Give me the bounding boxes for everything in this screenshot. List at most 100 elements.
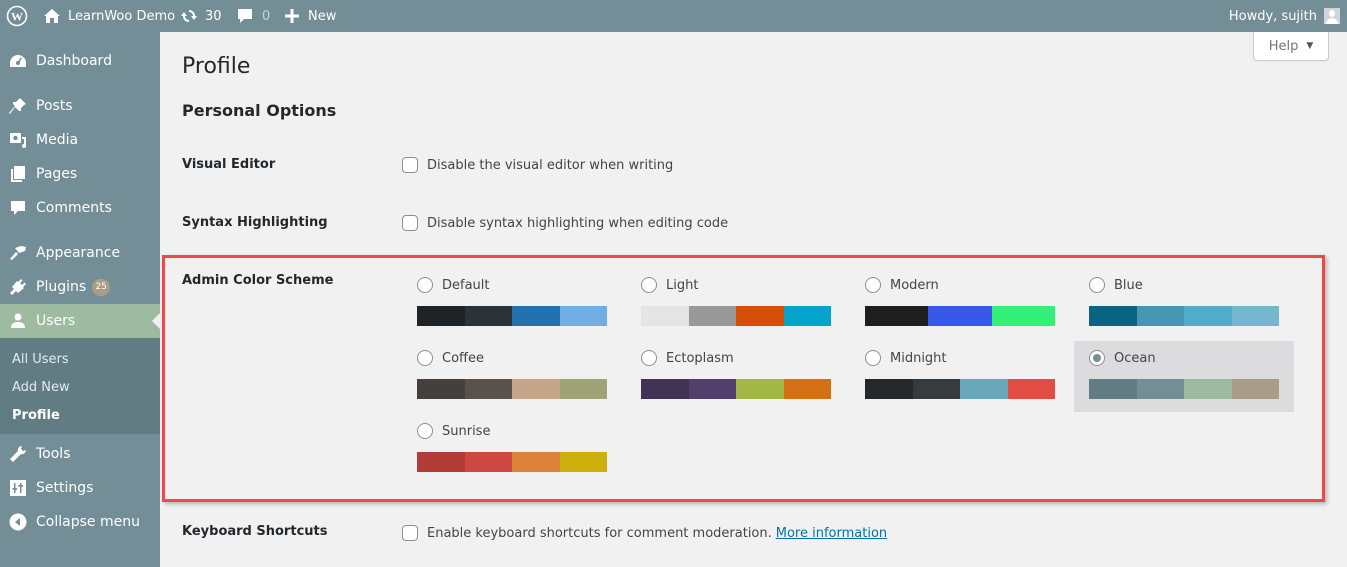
- color-scheme-radio[interactable]: [641, 277, 657, 293]
- wordpress-logo-button[interactable]: W: [6, 0, 28, 32]
- color-swatch: [928, 306, 992, 326]
- submenu-item-all-users[interactable]: All Users: [12, 352, 69, 367]
- keyboard-shortcuts-checkbox[interactable]: [402, 525, 418, 541]
- color-scheme-name: Ocean: [1114, 350, 1156, 366]
- color-scheme-option-sunrise[interactable]: Sunrise: [402, 414, 622, 485]
- color-scheme-option-blue[interactable]: Blue: [1074, 268, 1294, 339]
- plugins-update-badge: 25: [92, 278, 111, 296]
- sidebar-item-appearance[interactable]: Appearance: [0, 236, 160, 270]
- help-button[interactable]: Help ▼: [1253, 32, 1329, 61]
- color-scheme-option-default[interactable]: Default: [402, 268, 622, 339]
- color-scheme-radio[interactable]: [1089, 277, 1105, 293]
- svg-text:W: W: [11, 10, 23, 24]
- syntax-highlighting-option[interactable]: Disable syntax highlighting when editing…: [402, 215, 728, 231]
- color-swatch: [559, 452, 607, 472]
- color-scheme-option-ectoplasm[interactable]: Ectoplasm: [626, 341, 846, 412]
- color-swatch: [688, 379, 736, 399]
- sidebar-item-pages[interactable]: Pages: [0, 157, 160, 191]
- dashboard-icon: [8, 51, 28, 71]
- color-scheme-name: Coffee: [442, 350, 484, 366]
- color-scheme-header: Light: [641, 277, 698, 293]
- color-scheme-radio[interactable]: [865, 277, 881, 293]
- color-scheme-name: Light: [666, 277, 699, 293]
- updates-count: 30: [205, 8, 222, 24]
- color-scheme-option-light[interactable]: Light: [626, 268, 846, 339]
- pin-icon: [8, 96, 28, 116]
- color-swatch: [417, 452, 465, 472]
- color-swatch: [991, 306, 1055, 326]
- site-name-link[interactable]: LearnWoo Demo: [43, 0, 175, 32]
- visual-editor-checkbox[interactable]: [402, 157, 418, 173]
- section-title: Personal Options: [182, 101, 337, 120]
- color-scheme-option-modern[interactable]: Modern: [850, 268, 1070, 339]
- color-scheme-option-midnight[interactable]: Midnight: [850, 341, 1070, 412]
- sidebar-item-posts[interactable]: Posts: [0, 89, 160, 123]
- sidebar-item-plugins[interactable]: Plugins 25: [0, 270, 160, 304]
- color-swatch: [783, 379, 831, 399]
- keyboard-shortcuts-option[interactable]: Enable keyboard shortcuts for comment mo…: [402, 525, 887, 541]
- help-label: Help: [1268, 38, 1299, 54]
- color-scheme-label: Admin Color Scheme: [182, 273, 334, 288]
- submenu-item-profile[interactable]: Profile: [12, 408, 60, 423]
- submenu-item-add-new[interactable]: Add New: [12, 380, 70, 395]
- color-swatch: [1089, 379, 1137, 399]
- color-scheme-header: Modern: [865, 277, 939, 293]
- color-swatch: [512, 379, 560, 399]
- media-icon: [8, 130, 28, 150]
- color-scheme-radio[interactable]: [641, 350, 657, 366]
- color-scheme-name: Modern: [890, 277, 939, 293]
- color-swatch: [1136, 379, 1184, 399]
- color-swatch: [559, 306, 607, 326]
- color-swatch: [736, 306, 784, 326]
- color-swatch: [641, 306, 689, 326]
- comments-link[interactable]: 0: [237, 0, 270, 32]
- color-scheme-radio[interactable]: [1089, 350, 1105, 366]
- sidebar-item-tools[interactable]: Tools: [0, 437, 160, 471]
- sidebar-item-label: Users: [36, 313, 76, 329]
- color-scheme-header: Coffee: [417, 350, 484, 366]
- color-swatch: [1184, 379, 1232, 399]
- sidebar-item-media[interactable]: Media: [0, 123, 160, 157]
- color-scheme-name: Ectoplasm: [666, 350, 734, 366]
- more-information-link[interactable]: More information: [776, 526, 887, 541]
- color-swatch: [464, 452, 512, 472]
- sidebar-item-label: Settings: [36, 480, 94, 496]
- collapse-menu-button[interactable]: Collapse menu: [0, 505, 160, 539]
- color-swatch: [512, 452, 560, 472]
- my-account-link[interactable]: Howdy, sujith: [1229, 0, 1340, 32]
- sidebar-item-label: Plugins: [36, 279, 87, 295]
- color-swatch: [960, 379, 1008, 399]
- color-swatch: [417, 379, 465, 399]
- visual-editor-option[interactable]: Disable the visual editor when writing: [402, 157, 673, 173]
- color-scheme-option-coffee[interactable]: Coffee: [402, 341, 622, 412]
- color-scheme-radio[interactable]: [417, 350, 433, 366]
- new-content-link[interactable]: New: [285, 0, 336, 32]
- avatar: [1324, 8, 1340, 24]
- users-submenu: All Users Add New Profile: [0, 338, 160, 434]
- updates-link[interactable]: 30: [180, 0, 222, 32]
- sidebar-item-settings[interactable]: Settings: [0, 471, 160, 505]
- site-name: LearnWoo Demo: [68, 8, 176, 24]
- color-swatch: [464, 306, 512, 326]
- color-scheme-option-ocean[interactable]: Ocean: [1074, 341, 1294, 412]
- color-scheme-radio[interactable]: [865, 350, 881, 366]
- caret-down-icon: ▼: [1306, 41, 1314, 51]
- color-scheme-radio[interactable]: [417, 423, 433, 439]
- sidebar-item-dashboard[interactable]: Dashboard: [0, 44, 160, 78]
- color-palette: [417, 452, 607, 472]
- color-scheme-name: Default: [442, 277, 490, 293]
- new-label: New: [308, 8, 337, 24]
- comments-count: 0: [262, 8, 271, 24]
- sidebar-item-label: Pages: [36, 166, 78, 182]
- sidebar-item-comments[interactable]: Comments: [0, 191, 160, 225]
- color-palette: [641, 306, 831, 326]
- syntax-highlighting-option-text: Disable syntax highlighting when editing…: [427, 215, 729, 231]
- color-scheme-name: Sunrise: [442, 423, 491, 439]
- syntax-highlighting-checkbox[interactable]: [402, 215, 418, 231]
- color-scheme-radio[interactable]: [417, 277, 433, 293]
- color-palette: [1089, 379, 1279, 399]
- color-scheme-header: Ectoplasm: [641, 350, 734, 366]
- visual-editor-option-text: Disable the visual editor when writing: [427, 157, 674, 173]
- color-scheme-name: Blue: [1114, 277, 1143, 293]
- sidebar-item-users[interactable]: Users: [0, 304, 160, 338]
